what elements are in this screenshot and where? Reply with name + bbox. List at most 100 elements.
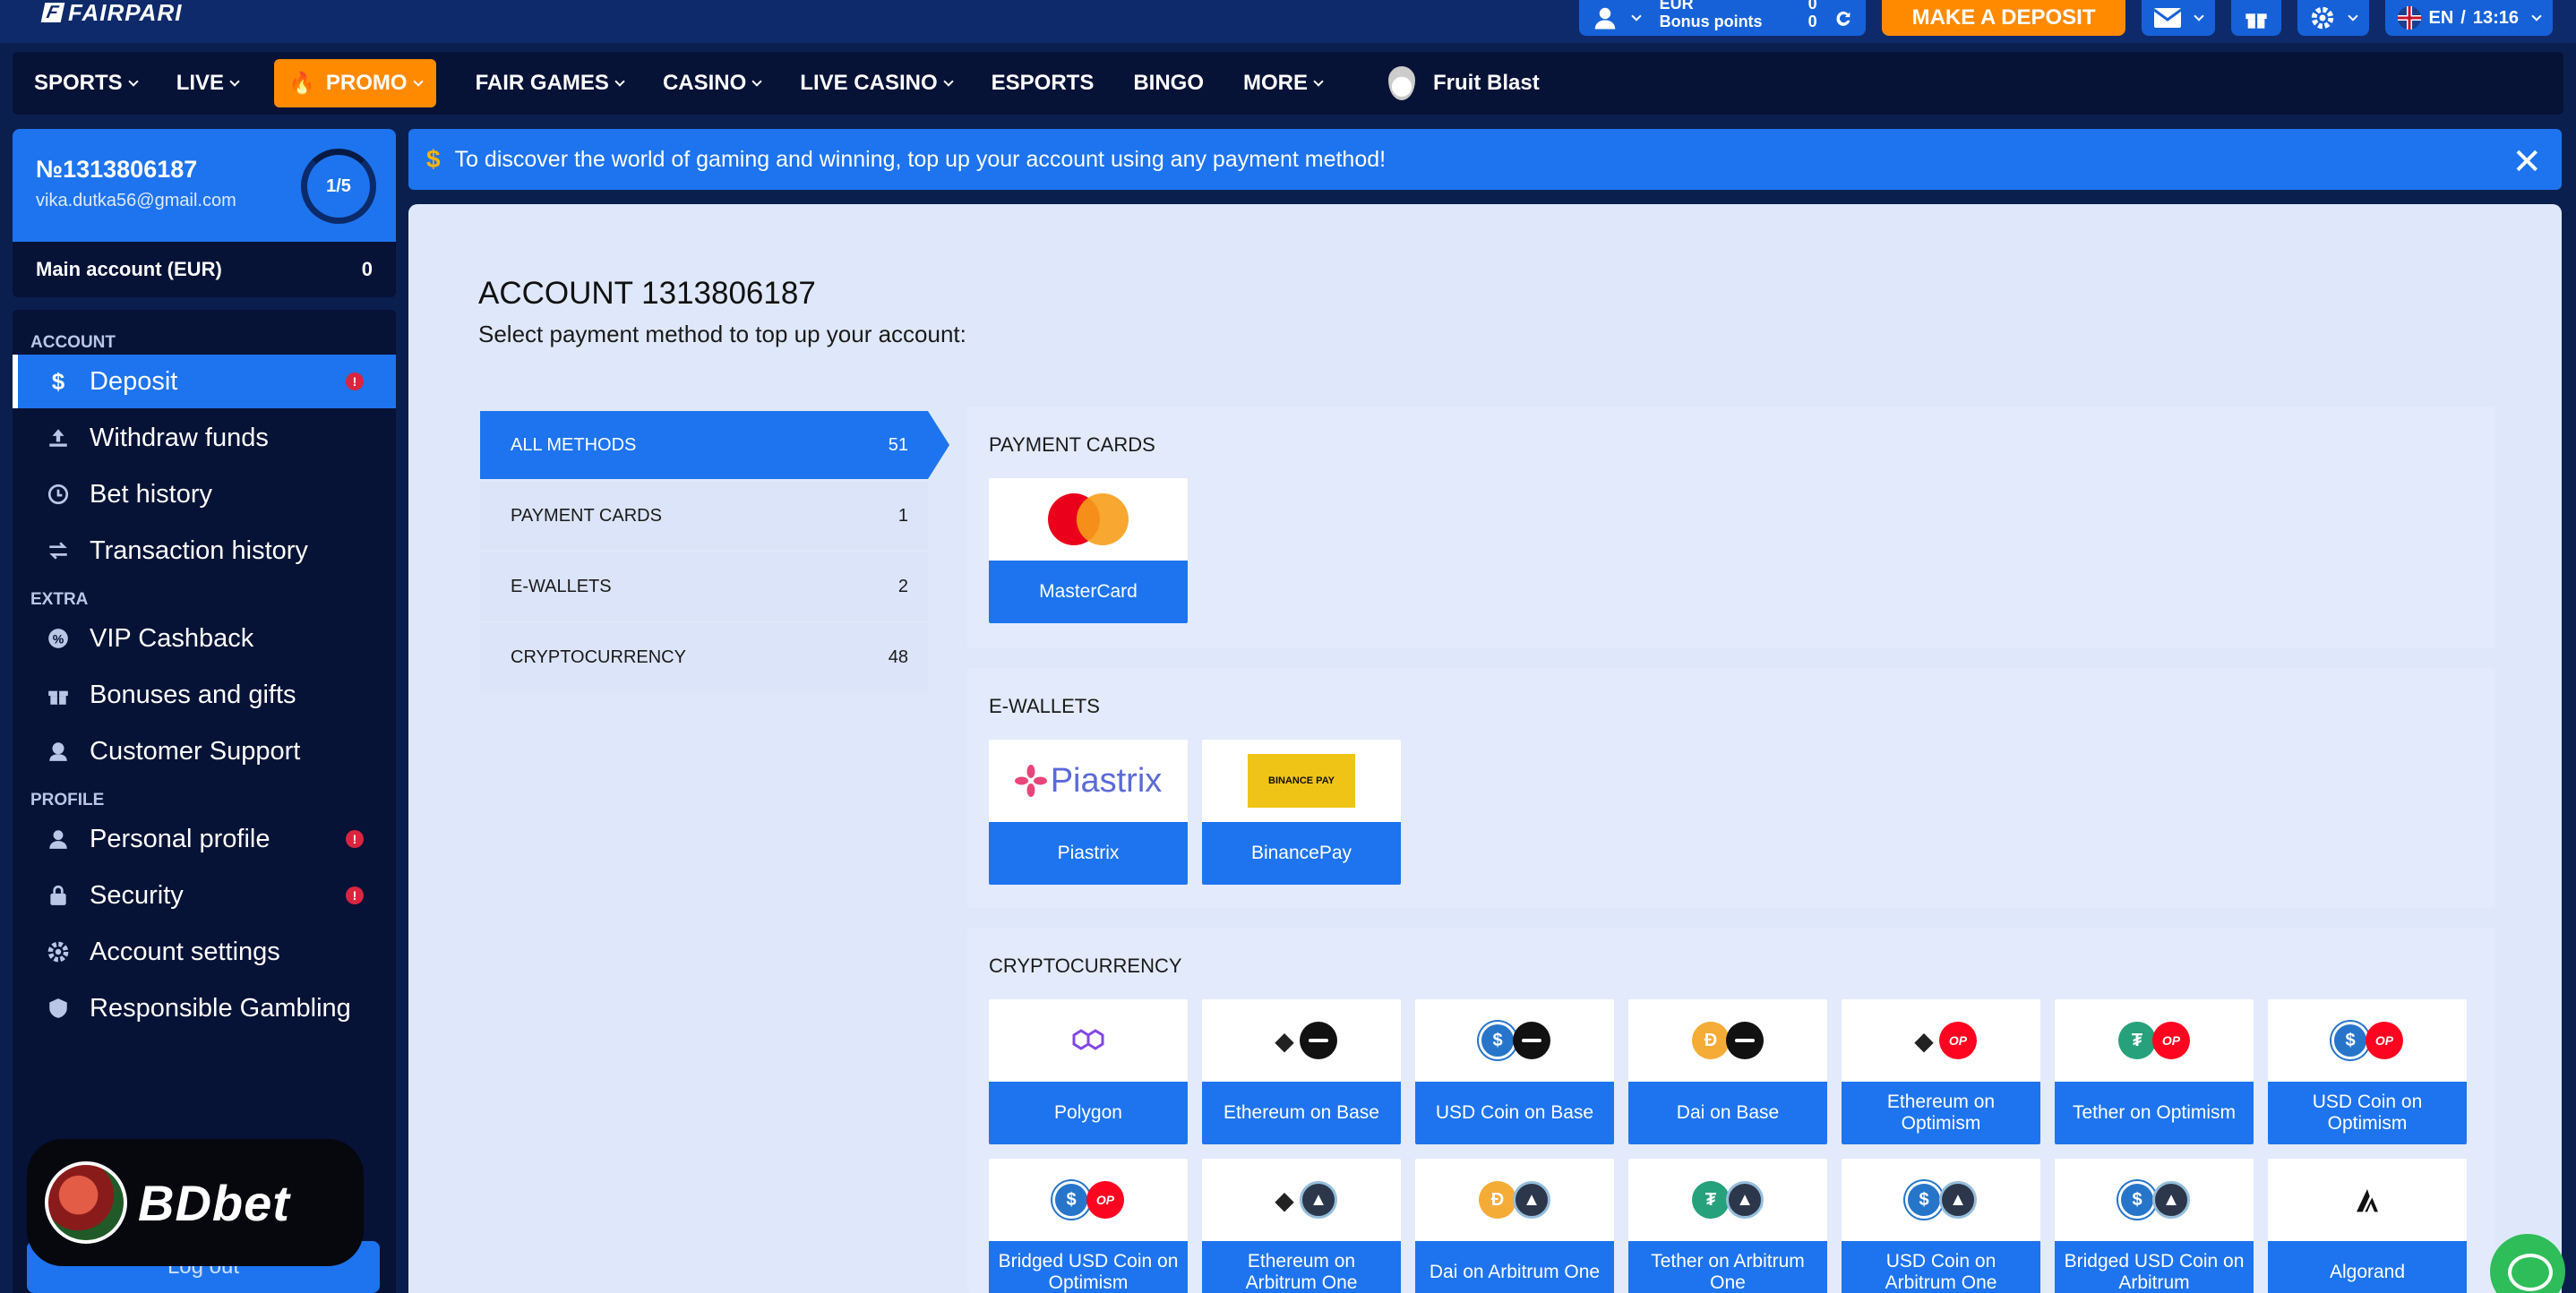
close-icon[interactable]: ✕ [2512,141,2542,183]
dollar-icon: $ [51,367,65,395]
category-cryptocurrency[interactable]: CRYPTOCURRENCY 48 [480,623,928,691]
nav-sports[interactable]: SPORTS [34,71,139,96]
method-usdc-optimism[interactable]: $ OP USD Coin on Optimism [2268,999,2467,1144]
sidebar-item-personal-profile[interactable]: Personal profile ! [13,812,396,866]
method-tether-optimism[interactable]: ₮ OP Tether on Optimism [2055,999,2254,1144]
group-e-wallets: E-WALLETS Piastrix Piastrix BINANCE PAY … [967,668,2495,908]
method-mastercard[interactable]: MasterCard [989,478,1188,623]
account-balance-widget[interactable]: EUR 0 Bonus points 0 [1578,0,1866,36]
main-account-value: 0 [361,258,373,280]
cashback-icon: % [45,625,72,652]
nav-casino[interactable]: CASINO [662,71,762,96]
main-account-row[interactable]: Main account (EUR) 0 [13,242,396,297]
polygon-icon [989,999,1188,1082]
category-payment-cards[interactable]: PAYMENT CARDS 1 [480,482,928,550]
method-label: Bridged USD Coin on Arbitrum [2055,1241,2254,1293]
category-count: 2 [897,576,908,596]
method-label: Dai on Arbitrum One [1415,1241,1614,1293]
page-subtitle: Select payment method to top up your acc… [478,321,966,347]
logo-text: FAIRPARI [68,0,183,26]
clock-time: 13:16 [2472,7,2519,28]
nav-esports[interactable]: ESPORTS [992,71,1095,96]
nav-live-casino[interactable]: LIVE CASINO [800,71,954,96]
algorand-icon [2268,1159,2467,1241]
method-ethereum-base[interactable]: ◆ Ethereum on Base [1202,999,1401,1144]
sidebar-item-label: Personal profile [90,824,270,853]
svg-text:%: % [53,631,64,646]
piastrix-logo-text: Piastrix [1050,761,1163,800]
method-dai-arbitrum[interactable]: Đ ▲ Dai on Arbitrum One [1415,1159,1614,1293]
nav-label: PROMO [325,71,408,95]
method-polygon[interactable]: Polygon [989,999,1188,1144]
nav-fair-games[interactable]: FAIR GAMES [476,71,625,96]
dollar-icon: $ [426,145,441,173]
method-piastrix[interactable]: Piastrix Piastrix [989,740,1188,885]
nav-live[interactable]: LIVE [176,71,240,96]
category-e-wallets[interactable]: E-WALLETS 2 [480,552,928,621]
dai-icon: Đ [1692,1022,1730,1059]
nav-label: CASINO [662,71,747,95]
tether-icon: ₮ [2118,1022,2156,1059]
top-header: F FAIRPARI EUR 0 Bonus points 0 MAKE A DEP… [0,0,2576,43]
sidebar-item-security[interactable]: Security ! [13,869,396,922]
ethereum-icon: ◆ [1905,1022,1943,1059]
sidebar-item-bet-history[interactable]: Bet history [13,467,396,521]
bdbet-logo-icon [45,1161,127,1244]
sidebar-item-deposit[interactable]: $ Deposit ! [13,355,396,408]
gifts-button[interactable] [2231,0,2282,36]
method-algorand[interactable]: Algorand [2268,1159,2467,1293]
usdt-arb-icon: ₮ ▲ [1628,1159,1827,1241]
sidebar-item-vip-cashback[interactable]: % VIP Cashback [13,612,396,665]
method-tether-arbitrum[interactable]: ₮ ▲ Tether on Arbitrum One [1628,1159,1827,1293]
sidebar-item-account-settings[interactable]: Account settings [13,925,396,979]
method-bridged-usdc-arbitrum[interactable]: $ ▲ Bridged USD Coin on Arbitrum [2055,1159,2254,1293]
optimism-icon: OP [1086,1181,1124,1219]
language-time-selector[interactable]: EN / 13:16 [2385,0,2553,36]
dai-arb-icon: Đ ▲ [1415,1159,1614,1241]
chevron-down-icon [2348,10,2359,21]
category-label: PAYMENT CARDS [511,505,662,526]
upload-icon [45,424,72,451]
method-bridged-usdc-optimism[interactable]: $ OP Bridged USD Coin on Optimism [989,1159,1188,1293]
group-cryptocurrency: CRYPTOCURRENCY Polygon ◆ Ethereum on Bas… [967,928,2495,1293]
progress-text: 1/5 [326,176,351,196]
sidebar-item-responsible-gambling[interactable]: Responsible Gambling [13,981,396,1035]
nav-fruit-blast[interactable]: Fruit Blast [1388,66,1540,100]
messages-button[interactable] [2142,0,2216,36]
main-nav: SPORTS LIVE 🔥 PROMO FAIR GAMES CASINO LIV… [13,52,2563,115]
chevron-down-icon [2194,10,2205,21]
refresh-icon[interactable] [1833,8,1853,28]
nav-bingo[interactable]: BINGO [1133,71,1204,96]
chevron-down-icon [751,75,762,87]
nav-label: LIVE [176,71,225,95]
profile-progress-ring[interactable]: 1/5 [301,149,376,224]
alert-icon: ! [346,886,364,904]
usdc-icon: $ [2118,1181,2156,1219]
category-all-methods[interactable]: ALL METHODS 51 [480,411,949,479]
gift-icon [2245,13,2268,29]
sidebar-item-bonuses[interactable]: Bonuses and gifts [13,668,396,722]
method-binancepay[interactable]: BINANCE PAY BinancePay [1202,740,1401,885]
method-usdc-arbitrum[interactable]: $ ▲ USD Coin on Arbitrum One [1842,1159,2040,1293]
method-label: USD Coin on Arbitrum One [1842,1241,2040,1293]
category-label: E-WALLETS [511,576,612,596]
busdc-op-icon: $ OP [989,1159,1188,1241]
profile-card: №1313806187 vika.dutka56@gmail.com 1/5 [13,129,396,242]
method-ethereum-arbitrum[interactable]: ◆ ▲ Ethereum on Arbitrum One [1202,1159,1401,1293]
nav-promo[interactable]: 🔥 PROMO [274,59,436,107]
binance-logo-text: BINANCE PAY [1268,775,1335,786]
sidebar-item-withdraw[interactable]: Withdraw funds [13,411,396,465]
method-dai-base[interactable]: Đ Dai on Base [1628,999,1827,1144]
make-deposit-button[interactable]: MAKE A DEPOSIT [1881,0,2126,36]
deposit-panel: ACCOUNT 1313806187 Select payment method… [408,204,2562,1293]
method-ethereum-optimism[interactable]: ◆ OP Ethereum on Optimism [1842,999,2040,1144]
banner-text: To discover the world of gaming and winn… [454,146,1387,172]
sidebar-item-label: Transaction history [90,535,308,565]
method-usdc-base[interactable]: $ USD Coin on Base [1415,999,1614,1144]
sidebar-item-support[interactable]: Customer Support [13,724,396,778]
sidebar-item-transaction-history[interactable]: Transaction history [13,524,396,578]
brand-logo[interactable]: F FAIRPARI [40,0,183,26]
nav-more[interactable]: MORE [1243,71,1324,96]
method-label: Tether on Arbitrum One [1628,1241,1827,1293]
settings-button[interactable] [2297,0,2370,36]
